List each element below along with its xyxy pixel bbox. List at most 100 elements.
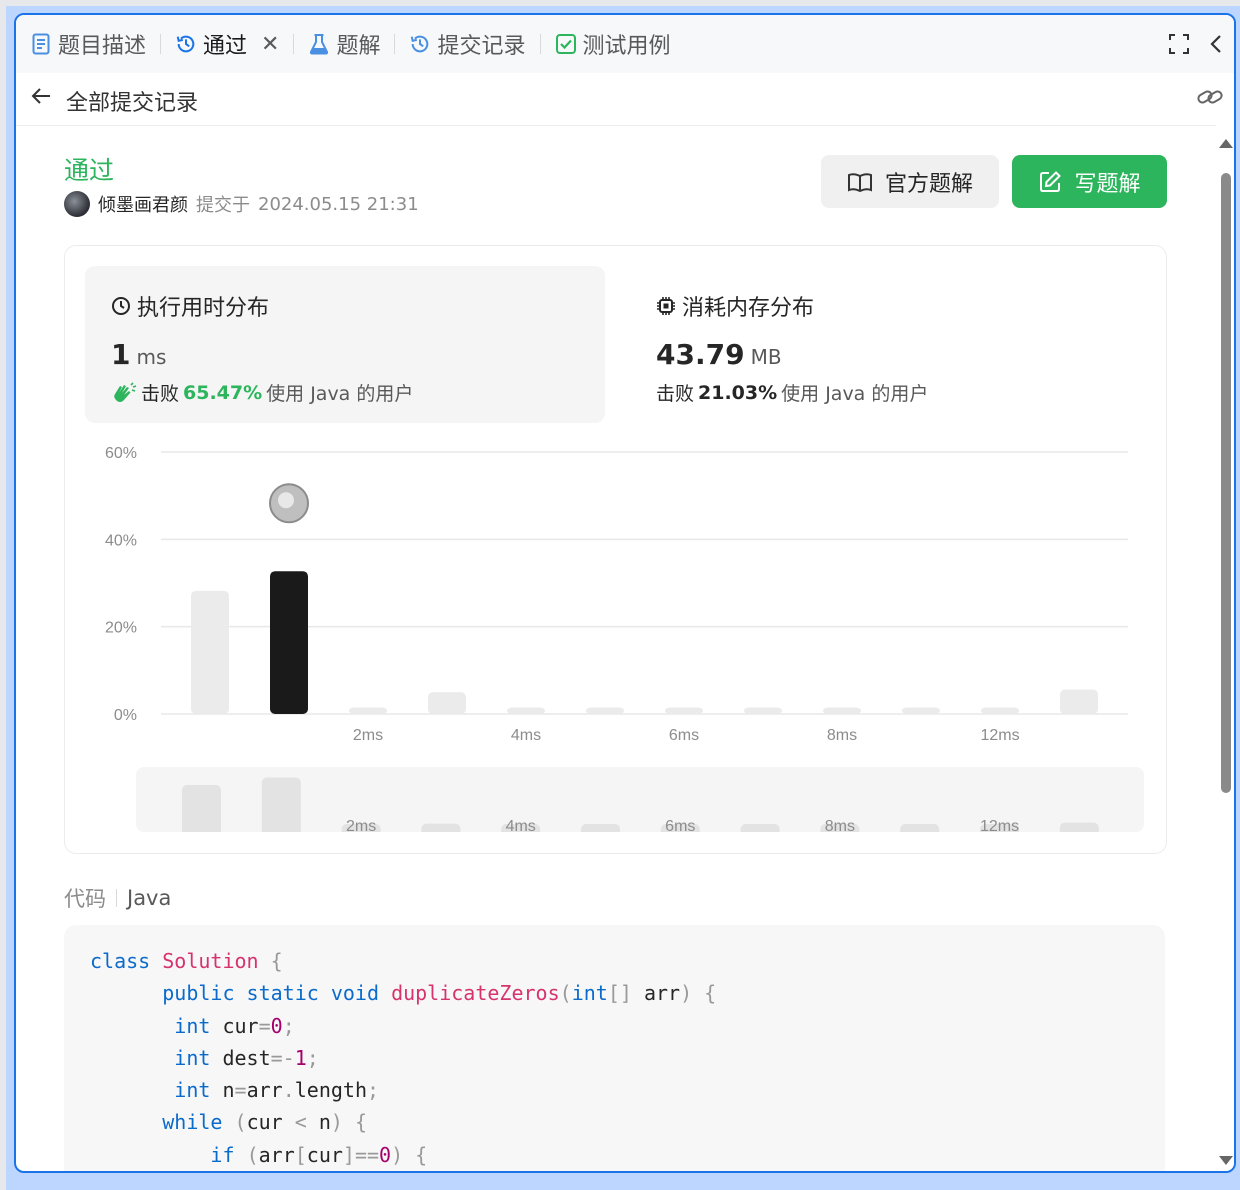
link-icon[interactable] bbox=[1196, 85, 1224, 113]
all-submissions-title: 全部提交记录 bbox=[66, 91, 199, 116]
tab-bar: 题目描述 通过 ✕ 题解 提交记录 测试用例 bbox=[16, 15, 1234, 73]
write-solution-button[interactable]: 写题解 bbox=[1012, 155, 1167, 208]
history-icon bbox=[175, 33, 197, 55]
book-icon bbox=[847, 172, 872, 192]
memory-title-row: 消耗内存分布 bbox=[656, 290, 814, 322]
mini-bar bbox=[1059, 822, 1099, 832]
mini-tick-label: 6ms bbox=[665, 818, 695, 832]
x-tick-label: 6ms bbox=[669, 727, 699, 744]
source-code: class Solution { public static void dupl… bbox=[90, 949, 717, 1167]
runtime-unit: ms bbox=[136, 345, 167, 369]
fullscreen-icon[interactable] bbox=[1168, 33, 1190, 55]
bar bbox=[981, 707, 1019, 714]
y-tick-label: 20% bbox=[105, 620, 137, 637]
mini-bar bbox=[182, 785, 221, 832]
runtime-range-selector[interactable]: 2ms 4ms 6ms 8ms 12ms bbox=[136, 767, 1144, 832]
runtime-value-row: 1 ms bbox=[111, 338, 166, 371]
tab-description[interactable]: 题目描述 bbox=[16, 15, 160, 73]
avatar[interactable] bbox=[64, 191, 90, 217]
collapse-icon[interactable] bbox=[1208, 33, 1224, 55]
bar bbox=[823, 707, 861, 714]
memory-beat-prefix: 击败 bbox=[656, 383, 695, 405]
bar bbox=[191, 590, 229, 714]
bar bbox=[1060, 689, 1098, 714]
tab-label: 测试用例 bbox=[582, 34, 671, 59]
submission-detail: 通过 倾墨画君颜 提交于 2024.05.15 21:31 官方题解 写题解 执… bbox=[16, 125, 1216, 1171]
runtime-value: 1 bbox=[111, 338, 131, 371]
memory-title: 消耗内存分布 bbox=[682, 296, 815, 321]
runtime-title: 执行用时分布 bbox=[137, 296, 270, 321]
y-tick-label: 60% bbox=[105, 445, 137, 462]
memory-beat-suffix: 使用 Java 的用户 bbox=[781, 383, 929, 405]
memory-beat-percent: 21.03% bbox=[698, 381, 778, 404]
document-icon bbox=[30, 33, 52, 55]
runtime-title-row: 执行用时分布 bbox=[111, 290, 269, 322]
runtime-beat-prefix: 击败 bbox=[141, 383, 180, 405]
mini-bar bbox=[740, 824, 780, 832]
memory-unit: MB bbox=[750, 345, 782, 369]
code-label: 代码 bbox=[64, 887, 106, 911]
x-tick-label: 8ms bbox=[827, 727, 857, 744]
chip-icon bbox=[657, 297, 675, 315]
code-block[interactable]: class Solution { public static void dupl… bbox=[64, 925, 1165, 1171]
runtime-beat-suffix: 使用 Java 的用户 bbox=[266, 383, 414, 405]
tab-label: 题解 bbox=[336, 34, 381, 59]
memory-value: 43.79 bbox=[656, 338, 745, 371]
performance-card: 执行用时分布 1ms 击败 65.47% 使用 Java 的用户 消耗内存分布 bbox=[64, 245, 1167, 854]
x-tick-label: 12ms bbox=[980, 727, 1019, 744]
mini-tick-label: 4ms bbox=[506, 818, 536, 832]
bar bbox=[586, 707, 624, 714]
author-row: 倾墨画君颜 提交于 2024.05.15 21:31 bbox=[64, 191, 419, 217]
checkbox-icon bbox=[555, 33, 577, 55]
memory-stat[interactable]: 消耗内存分布 43.79 MB 击败 21.03% 使用 Java 的用户 bbox=[630, 266, 1140, 423]
bar bbox=[902, 707, 940, 714]
official-solution-button[interactable]: 官方题解 bbox=[821, 155, 999, 208]
highlighted-bar bbox=[270, 571, 308, 714]
tab-testcases[interactable]: 测试用例 bbox=[541, 15, 685, 73]
mini-tick-label: 2ms bbox=[346, 818, 376, 832]
tab-label: 题目描述 bbox=[58, 34, 147, 59]
submitted-prefix: 提交于 bbox=[196, 195, 250, 216]
mini-tick-label: 12ms bbox=[980, 818, 1019, 832]
runtime-beat-percent: 65.47% bbox=[183, 381, 263, 404]
official-solution-label: 官方题解 bbox=[884, 171, 973, 197]
code-label-divider bbox=[116, 889, 117, 907]
clock-icon bbox=[112, 297, 130, 315]
write-solution-label: 写题解 bbox=[1074, 171, 1141, 197]
tab-label: 通过 bbox=[203, 34, 248, 59]
vertical-scrollbar[interactable] bbox=[1216, 125, 1234, 1171]
submission-panel: 题目描述 通过 ✕ 题解 提交记录 测试用例 全部提交记录 通过 倾墨画君颜 提… bbox=[14, 13, 1236, 1173]
mini-bar bbox=[261, 777, 301, 832]
x-tick-label: 2ms bbox=[353, 727, 383, 744]
tab-submissions[interactable]: 提交记录 bbox=[395, 15, 539, 73]
y-tick-label: 0% bbox=[114, 707, 137, 724]
scroll-down-arrow-icon[interactable] bbox=[1219, 1156, 1233, 1165]
scroll-up-arrow-icon[interactable] bbox=[1219, 139, 1233, 148]
flask-icon bbox=[308, 33, 330, 55]
code-header: 代码 Java bbox=[64, 883, 171, 913]
sub-header: 全部提交记录 bbox=[16, 73, 1234, 126]
memory-value-row: 43.79 MB bbox=[656, 338, 782, 371]
tab-label: 提交记录 bbox=[437, 34, 526, 59]
mini-bar bbox=[581, 824, 620, 832]
history-icon bbox=[409, 33, 431, 55]
tab-accepted[interactable]: 通过 ✕ bbox=[161, 15, 293, 73]
code-language: Java bbox=[127, 886, 172, 910]
mini-bar bbox=[900, 824, 940, 832]
bar bbox=[744, 707, 782, 714]
bar bbox=[428, 692, 466, 714]
runtime-distribution-chart: 0% 20% 40% 60% 2ms 4ms 6ms 8ms 12ms bbox=[105, 445, 1128, 744]
edit-icon bbox=[1040, 170, 1062, 192]
avatar-highlight bbox=[278, 492, 294, 509]
memory-beat-row: 击败 21.03% 使用 Java 的用户 bbox=[656, 379, 928, 406]
scrollbar-thumb[interactable] bbox=[1221, 173, 1231, 793]
submission-status: 通过 bbox=[64, 156, 115, 185]
mini-tick-label: 8ms bbox=[825, 818, 855, 832]
bar bbox=[665, 707, 703, 714]
author-name[interactable]: 倾墨画君颜 bbox=[98, 191, 188, 217]
back-arrow-icon[interactable] bbox=[30, 85, 52, 113]
close-icon[interactable]: ✕ bbox=[261, 32, 279, 57]
tab-solutions[interactable]: 题解 bbox=[294, 15, 394, 73]
runtime-beat-row: 击败 65.47% 使用 Java 的用户 bbox=[111, 379, 413, 406]
runtime-stat[interactable]: 执行用时分布 1 ms 击败 65.47% 使用 Java 的用户 bbox=[85, 266, 605, 423]
